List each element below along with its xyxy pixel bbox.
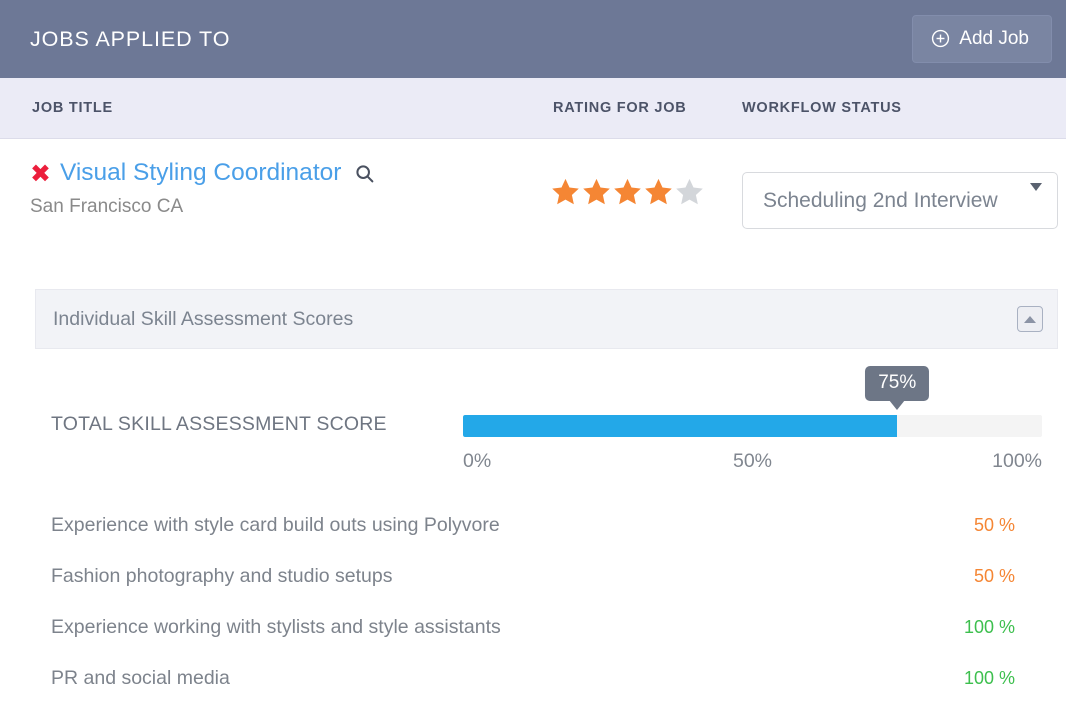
axis-tick-100: 100% <box>992 450 1042 473</box>
skill-panel-header[interactable]: Individual Skill Assessment Scores <box>35 289 1058 349</box>
total-score-progress-fill <box>463 415 897 437</box>
total-score-label: TOTAL SKILL ASSESSMENT SCORE <box>51 413 387 436</box>
star-icon-1[interactable] <box>551 177 580 206</box>
skill-name: Experience with style card build outs us… <box>51 514 500 537</box>
job-title-group: ✖ Visual Styling Coordinator <box>30 159 375 187</box>
column-header-workflow: WORKFLOW STATUS <box>742 100 902 116</box>
skill-row: Experience working with stylists and sty… <box>0 602 1066 653</box>
add-job-button[interactable]: Add Job <box>912 15 1052 63</box>
add-job-label: Add Job <box>959 29 1029 48</box>
skill-score-value: 100 % <box>964 617 1015 638</box>
job-location: San Francisco CA <box>30 196 183 218</box>
rating-stars[interactable] <box>551 177 704 206</box>
skill-score-value: 50 % <box>974 566 1015 587</box>
table-column-headers: JOB TITLE RATING FOR JOB WORKFLOW STATUS <box>0 78 1066 139</box>
column-header-rating: RATING FOR JOB <box>553 100 686 116</box>
skill-score-value: 100 % <box>964 668 1015 689</box>
skill-score-list: Experience with style card build outs us… <box>0 500 1066 704</box>
skill-score-value: 50 % <box>974 515 1015 536</box>
page-title: JOBS APPLIED TO <box>30 27 230 52</box>
axis-tick-0: 0% <box>463 450 491 473</box>
page-header: JOBS APPLIED TO Add Job <box>0 0 1066 78</box>
chevron-down-icon[interactable] <box>1030 183 1042 191</box>
star-icon-3[interactable] <box>613 177 642 206</box>
skill-name: Experience working with stylists and sty… <box>51 616 501 639</box>
magnifier-icon[interactable] <box>350 163 375 184</box>
star-icon-5[interactable] <box>675 177 704 206</box>
skill-name: Fashion photography and studio setups <box>51 565 393 588</box>
workflow-status-value: Scheduling 2nd Interview <box>763 189 998 213</box>
skill-row: PR and social media 100 % <box>0 653 1066 704</box>
total-score-progressbar <box>463 415 1042 437</box>
skill-row: Experience with style card build outs us… <box>0 500 1066 551</box>
skill-row: Fashion photography and studio setups 50 … <box>0 551 1066 602</box>
x-close-icon[interactable]: ✖ <box>30 161 51 186</box>
column-header-job-title: JOB TITLE <box>32 100 113 116</box>
skill-panel-title: Individual Skill Assessment Scores <box>53 308 353 331</box>
progress-tooltip: 75% <box>865 366 929 401</box>
axis-tick-50: 50% <box>733 450 772 473</box>
plus-circle-icon <box>931 29 950 48</box>
skill-name: PR and social media <box>51 667 230 690</box>
job-title-link[interactable]: Visual Styling Coordinator <box>60 159 341 187</box>
progress-axis: 0% 50% 100% <box>463 450 1042 476</box>
collapse-up-icon[interactable] <box>1017 306 1043 332</box>
collapse-triangle <box>1024 316 1036 323</box>
workflow-status-select[interactable]: Scheduling 2nd Interview <box>742 172 1058 229</box>
star-icon-2[interactable] <box>582 177 611 206</box>
star-icon-4[interactable] <box>644 177 673 206</box>
